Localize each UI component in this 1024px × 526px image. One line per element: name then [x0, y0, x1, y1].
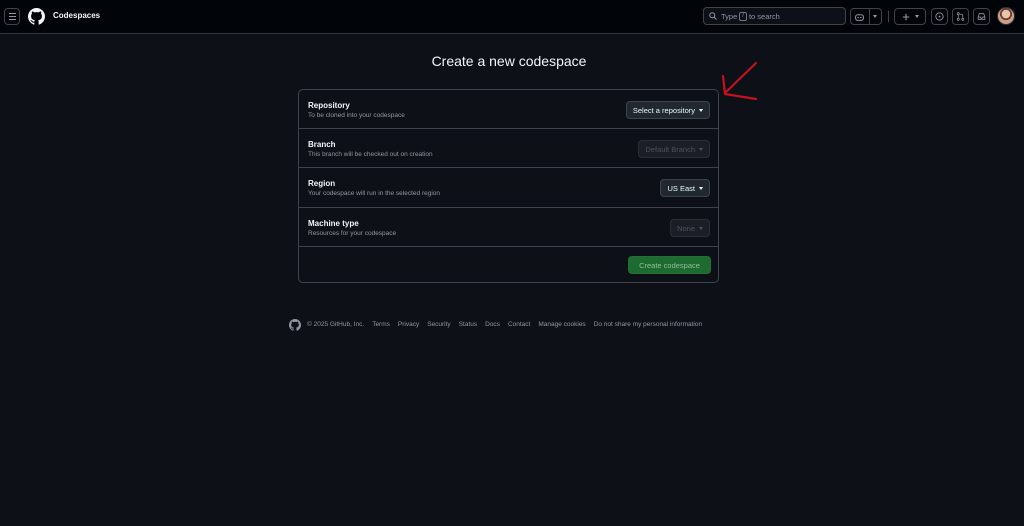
machine-type-row: Machine type Resources for your codespac… [299, 208, 718, 247]
create-codespace-form: Repository To be cloned into your codesp… [298, 89, 719, 283]
copilot-icon [851, 13, 869, 21]
chevron-down-icon [699, 108, 703, 112]
search-input[interactable]: Type / to search [703, 7, 846, 25]
inbox-button[interactable] [973, 8, 990, 25]
branch-label: Branch [308, 140, 336, 149]
footer-link-security[interactable]: Security [427, 321, 450, 328]
select-repository-button[interactable]: Select a repository [625, 101, 710, 119]
plus-icon [902, 13, 909, 20]
branch-select-button[interactable]: Default Branch [638, 140, 710, 158]
menu-icon[interactable] [4, 8, 20, 25]
footer-link-do-not-share[interactable]: Do not share my personal information [594, 321, 702, 328]
chevron-down-icon [873, 15, 878, 18]
footer-link-terms[interactable]: Terms [372, 321, 390, 328]
copilot-button[interactable] [850, 8, 882, 25]
select-repository-label: Select a repository [632, 105, 695, 115]
chevron-down-icon [699, 147, 703, 151]
repository-label: Repository [308, 101, 350, 110]
branch-description: This branch will be checked out on creat… [308, 151, 433, 158]
issues-icon [935, 12, 944, 21]
inbox-icon [977, 13, 986, 20]
pull-requests-icon [956, 12, 965, 21]
chevron-down-icon [699, 186, 703, 190]
footer-link-docs[interactable]: Docs [485, 321, 500, 328]
annotation-arrow-icon [721, 61, 758, 101]
github-logo-icon[interactable] [28, 8, 45, 25]
region-label: Region [308, 179, 336, 188]
branch-select-label: Default Branch [645, 144, 695, 154]
chevron-down-icon [699, 226, 703, 230]
chevron-down-icon [914, 15, 919, 18]
footer-link-manage-cookies[interactable]: Manage cookies [538, 321, 585, 328]
avatar[interactable] [997, 7, 1015, 25]
page-title: Create a new codespace [431, 53, 587, 69]
machine-type-select-button[interactable]: None [670, 219, 710, 237]
region-row: Region Your codespace will run in the se… [299, 168, 718, 208]
branch-row: Branch This branch will be checked out o… [299, 129, 718, 168]
search-icon [709, 12, 717, 20]
create-new-button[interactable] [894, 8, 926, 25]
top-header: Codespaces Type / to search [0, 0, 1024, 34]
region-select-label: US East [667, 183, 695, 193]
search-prefix: Type [721, 11, 738, 21]
app-title[interactable]: Codespaces [53, 11, 100, 20]
machine-type-description: Resources for your codespace [308, 230, 397, 237]
repository-row: Repository To be cloned into your codesp… [299, 90, 718, 129]
footer-copyright: © 2025 GitHub, Inc. [307, 321, 365, 328]
footer-link-status[interactable]: Status [459, 321, 477, 328]
create-codespace-button[interactable]: Create codespace [628, 256, 711, 274]
machine-type-label: Machine type [308, 219, 359, 228]
footer-link-contact[interactable]: Contact [508, 321, 530, 328]
region-description: Your codespace will run in the selected … [308, 190, 441, 197]
repository-description: To be cloned into your codespace [308, 112, 405, 119]
machine-type-select-label: None [677, 223, 695, 233]
github-logo-icon [289, 318, 301, 331]
divider [888, 11, 889, 22]
issues-button[interactable] [931, 8, 948, 25]
search-shortcut-key: / [739, 11, 747, 21]
search-suffix: to search [748, 11, 780, 21]
footer: © 2025 GitHub, Inc. Terms Privacy Securi… [289, 318, 702, 331]
pull-requests-button[interactable] [952, 8, 969, 25]
region-select-button[interactable]: US East [660, 179, 710, 197]
footer-link-privacy[interactable]: Privacy [398, 321, 419, 328]
